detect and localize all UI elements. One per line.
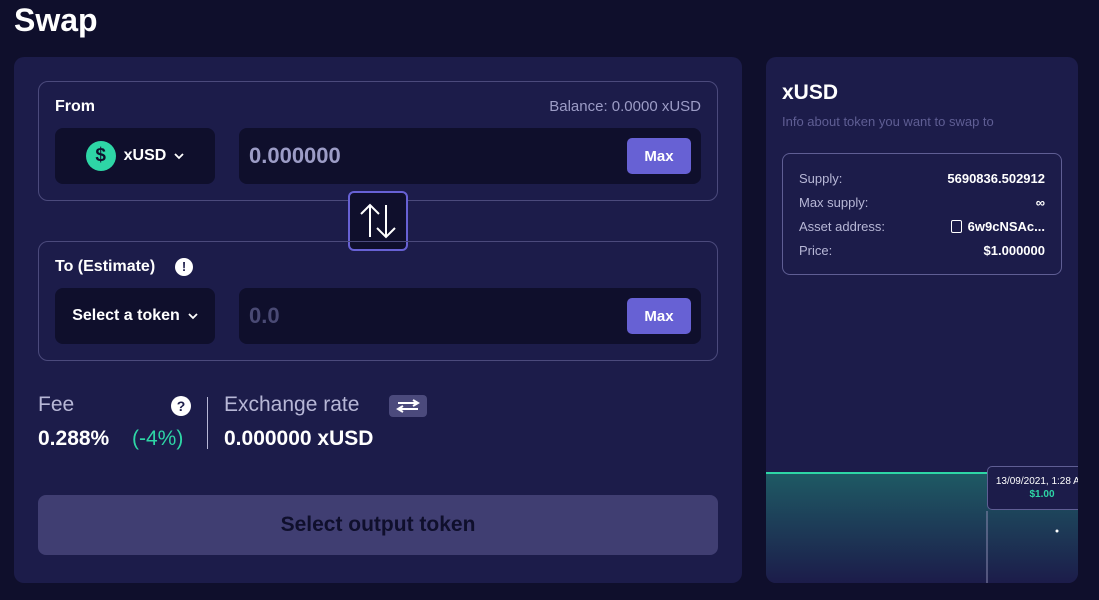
stat-asset-address: Asset address: 6w9cNSAc... (799, 216, 1045, 236)
fee-label: Fee (38, 393, 75, 416)
dollar-icon: $ (85, 141, 116, 171)
swap-horizontal-icon (396, 399, 420, 413)
copy-icon[interactable] (950, 219, 962, 233)
stat-value: $1.000000 (983, 242, 1045, 258)
chevron-down-icon (188, 312, 198, 319)
divider (207, 397, 208, 449)
from-token-select[interactable]: $ xUSD (55, 128, 215, 184)
from-amount-input[interactable] (249, 128, 609, 184)
from-label: From (55, 98, 95, 115)
stat-value: ∞ (1035, 194, 1045, 210)
to-token-select[interactable]: Select a token (55, 288, 215, 344)
chevron-down-icon (174, 152, 184, 159)
to-section: To (Estimate) ! Select a token Max (38, 241, 718, 361)
help-icon[interactable]: ? (171, 396, 191, 416)
stat-value: 6w9cNSAc... (967, 218, 1045, 234)
stat-value: 5690836.502912 (947, 170, 1045, 186)
from-balance: Balance: 0.0000 xUSD (549, 98, 701, 115)
from-section: From Balance: 0.0000 xUSD $ xUSD Max (38, 81, 718, 201)
token-stats: Supply: 5690836.502912 Max supply: ∞ Ass… (782, 153, 1062, 275)
token-info-title: xUSD (782, 81, 839, 104)
stat-key: Price: (799, 242, 833, 258)
stat-value-wrap: 6w9cNSAc... (950, 218, 1045, 234)
token-info-card: xUSD Info about token you want to swap t… (766, 57, 1078, 583)
from-token-symbol: xUSD (123, 147, 167, 164)
stat-key: Asset address: (799, 218, 885, 234)
swap-arrows-icon (360, 203, 396, 239)
to-label: To (Estimate) (55, 258, 156, 275)
stat-price: Price: $1.000000 (799, 240, 1045, 260)
info-icon[interactable]: ! (175, 258, 193, 276)
stat-key: Supply: (799, 170, 843, 186)
select-output-token-button[interactable]: Select output token (38, 495, 718, 555)
page-title: Swap (14, 2, 98, 38)
to-token-label: Select a token (72, 307, 180, 324)
exchange-rate-value: 0.000000 xUSD (224, 427, 374, 450)
stat-key: Max supply: (799, 194, 869, 210)
exchange-rate-label: Exchange rate (224, 393, 360, 416)
tooltip-price: $1.00 (1029, 489, 1055, 500)
chart-point (1055, 529, 1059, 533)
to-amount-input[interactable] (249, 288, 609, 344)
tooltip-date: 13/09/2021, 1:28 AM (995, 476, 1078, 487)
to-max-button[interactable]: Max (627, 298, 691, 334)
fee-discount: (-4%) (132, 427, 184, 450)
chart-tooltip: 13/09/2021, 1:28 AM $1.00 (987, 466, 1078, 510)
stat-supply: Supply: 5690836.502912 (799, 168, 1045, 188)
exchange-rate-toggle[interactable] (389, 395, 427, 417)
token-info-subtitle: Info about token you want to swap to (782, 114, 994, 129)
to-amount-container: Max (239, 288, 701, 344)
swap-card: From Balance: 0.0000 xUSD $ xUSD Max To … (14, 57, 742, 583)
stat-max-supply: Max supply: ∞ (799, 192, 1045, 212)
from-max-button[interactable]: Max (627, 138, 691, 174)
fee-value: 0.288% (38, 427, 110, 450)
from-amount-container: Max (239, 128, 701, 184)
